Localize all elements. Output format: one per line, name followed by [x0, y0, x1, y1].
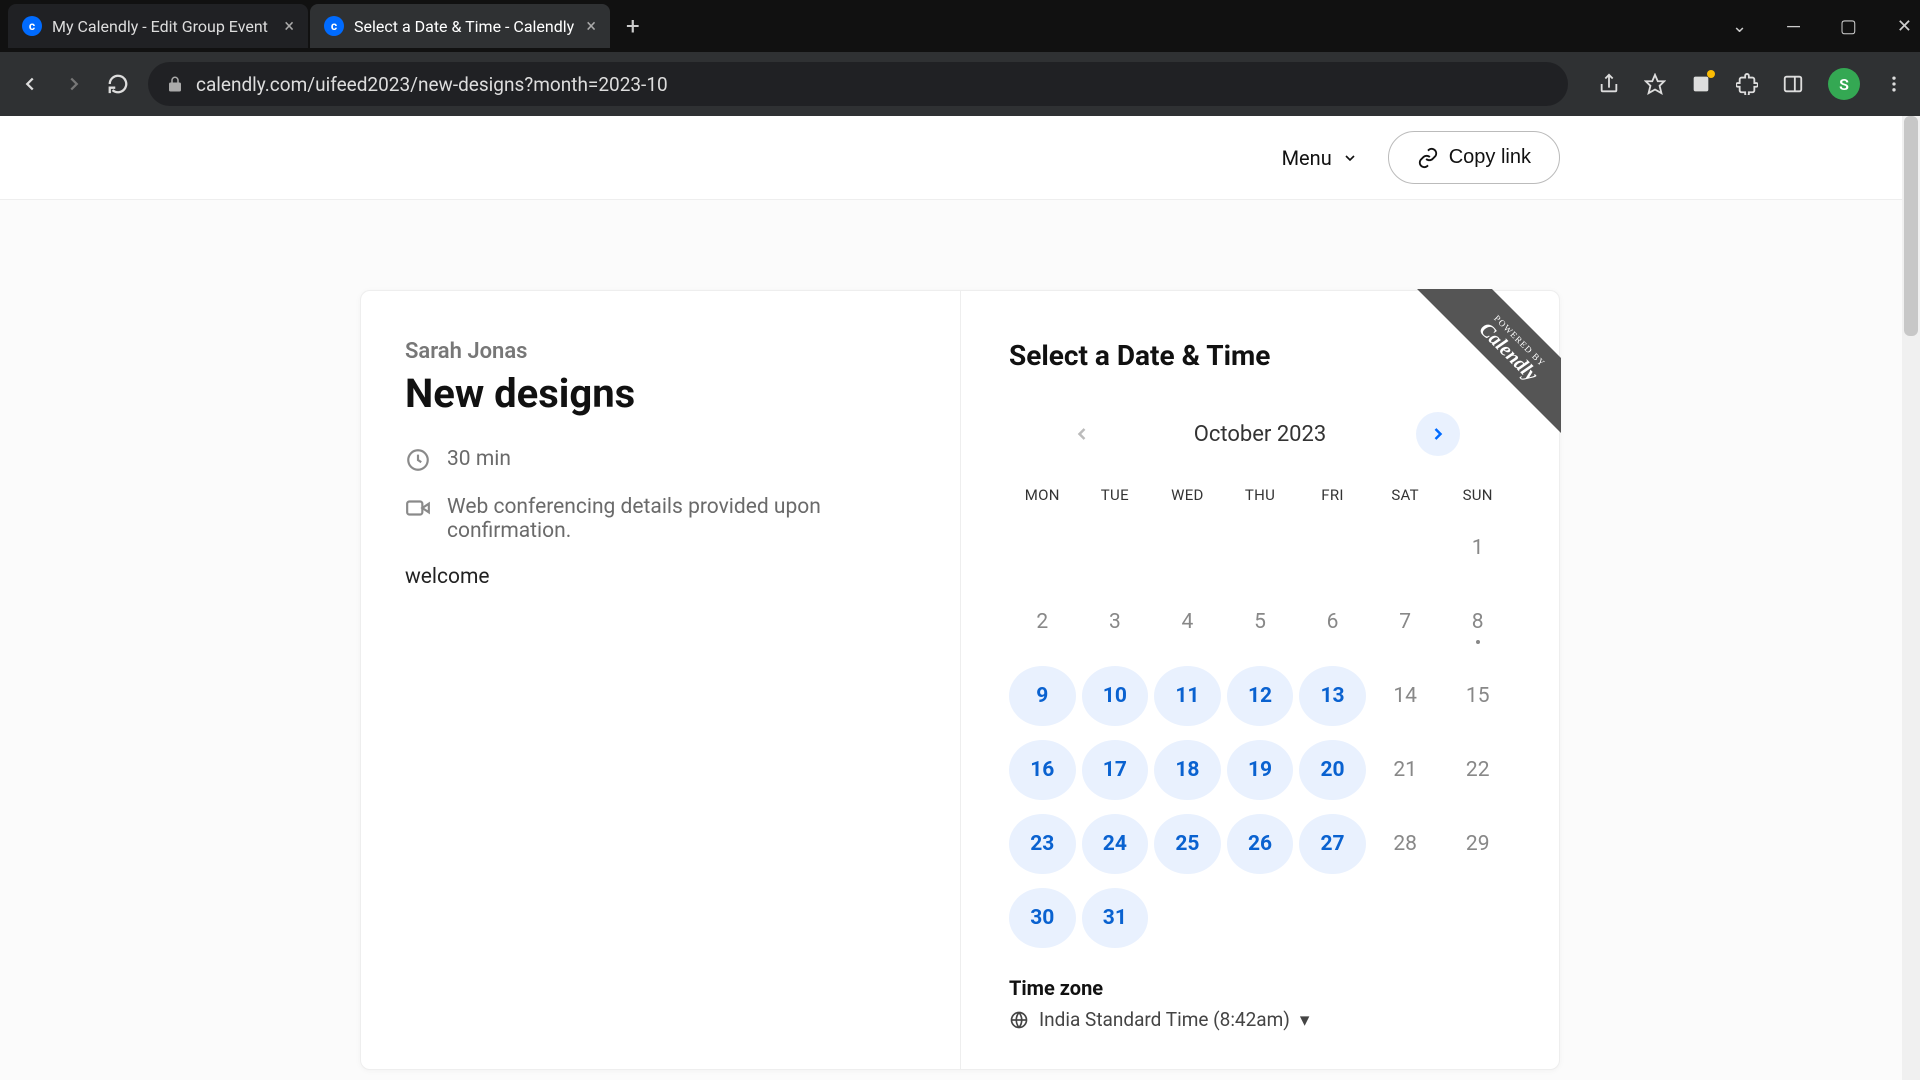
timezone-heading: Time zone — [1009, 976, 1511, 1000]
tab-title: My Calendly - Edit Group Event — [52, 17, 274, 36]
weekday-header: THU — [1227, 486, 1294, 504]
calendar-day-unavailable: 21 — [1372, 740, 1439, 800]
calendar-day-unavailable: 5 — [1227, 592, 1294, 652]
event-description: welcome — [405, 565, 916, 589]
calendar-day-available[interactable]: 31 — [1082, 888, 1149, 948]
duration-text: 30 min — [447, 447, 511, 471]
calendar-day-unavailable: 8 — [1444, 592, 1511, 652]
weekday-header: MON — [1009, 486, 1076, 504]
event-title: New designs — [405, 370, 916, 417]
timezone-selector[interactable]: India Standard Time (8:42am) ▾ — [1009, 1008, 1511, 1031]
minimize-icon[interactable]: ─ — [1787, 16, 1800, 37]
side-panel-icon[interactable] — [1782, 73, 1804, 95]
weekday-header: SAT — [1372, 486, 1439, 504]
window-controls: ⌄ ─ ▢ ✕ — [1732, 0, 1912, 52]
calendar-day-unavailable: 15 — [1444, 666, 1511, 726]
caret-down-icon: ▾ — [1300, 1008, 1310, 1031]
calendar-day-available[interactable]: 10 — [1082, 666, 1149, 726]
calendar-day-available[interactable]: 12 — [1227, 666, 1294, 726]
calendar-day-unavailable: 14 — [1372, 666, 1439, 726]
clock-icon — [405, 447, 431, 473]
calendar-day-available[interactable]: 17 — [1082, 740, 1149, 800]
calendar-day-unavailable: 4 — [1154, 592, 1221, 652]
link-icon — [1417, 147, 1439, 169]
share-icon[interactable] — [1598, 73, 1620, 95]
booking-card: POWERED BY Calendly Sarah Jonas New desi… — [360, 290, 1560, 1070]
calendar-day-available[interactable]: 13 — [1299, 666, 1366, 726]
calendly-favicon: c — [22, 16, 42, 36]
calendar-day-unavailable: 29 — [1444, 814, 1511, 874]
chevron-down-icon — [1342, 150, 1358, 166]
bookmark-star-icon[interactable] — [1644, 73, 1666, 95]
page-topbar: Menu Copy link — [0, 116, 1920, 200]
browser-tab-inactive[interactable]: c My Calendly - Edit Group Event × — [8, 4, 308, 48]
weekday-header-row: MON TUE WED THU FRI SAT SUN — [1009, 486, 1511, 504]
prev-month-button[interactable] — [1060, 412, 1104, 456]
weekday-header: SUN — [1444, 486, 1511, 504]
url-input[interactable]: calendly.com/uifeed2023/new-designs?mont… — [148, 62, 1568, 106]
event-details-panel: Sarah Jonas New designs 30 min Web confe… — [361, 291, 961, 1069]
weekday-header: WED — [1154, 486, 1221, 504]
maximize-icon[interactable]: ▢ — [1840, 16, 1857, 37]
panel-title: Select a Date & Time — [1009, 339, 1511, 372]
reload-icon[interactable] — [104, 70, 132, 98]
weekday-header: FRI — [1299, 486, 1366, 504]
close-window-icon[interactable]: ✕ — [1897, 16, 1912, 37]
calendar-day-unavailable: 22 — [1444, 740, 1511, 800]
calendar-day-available[interactable]: 11 — [1154, 666, 1221, 726]
scrollbar-track[interactable] — [1902, 116, 1920, 1080]
host-name: Sarah Jonas — [405, 339, 916, 364]
calendar-day-available[interactable]: 20 — [1299, 740, 1366, 800]
calendar-day-available[interactable]: 19 — [1227, 740, 1294, 800]
menu-dropdown[interactable]: Menu — [1270, 136, 1370, 180]
calendar-day-unavailable: 7 — [1372, 592, 1439, 652]
calendar-day-available[interactable]: 16 — [1009, 740, 1076, 800]
url-text: calendly.com/uifeed2023/new-designs?mont… — [196, 73, 668, 96]
copy-link-button[interactable]: Copy link — [1388, 131, 1560, 184]
back-icon[interactable] — [16, 70, 44, 98]
calendar-day-available[interactable]: 26 — [1227, 814, 1294, 874]
calendar-day-available[interactable]: 30 — [1009, 888, 1076, 948]
weekday-header: TUE — [1082, 486, 1149, 504]
calendly-favicon: c — [324, 16, 344, 36]
menu-label: Menu — [1282, 146, 1332, 170]
browser-address-bar: calendly.com/uifeed2023/new-designs?mont… — [0, 52, 1920, 116]
page-content: Menu Copy link POWERED BY Calendly — [0, 116, 1920, 1080]
calendar-grid: 1234567891011121314151617181920212223242… — [1009, 518, 1511, 948]
calendar-day-unavailable: 28 — [1372, 814, 1439, 874]
tab-title: Select a Date & Time - Calendly — [354, 17, 576, 36]
calendar-day-unavailable: 1 — [1444, 518, 1511, 578]
scrollbar-thumb[interactable] — [1904, 116, 1918, 336]
calendar-day-unavailable: 2 — [1009, 592, 1076, 652]
location-text: Web conferencing details provided upon c… — [447, 495, 916, 543]
calendar-day-available[interactable]: 24 — [1082, 814, 1149, 874]
timezone-value: India Standard Time (8:42am) — [1039, 1008, 1290, 1031]
calendar-day-available[interactable]: 23 — [1009, 814, 1076, 874]
next-month-button[interactable] — [1416, 412, 1460, 456]
month-nav: October 2023 — [1009, 412, 1511, 456]
close-icon[interactable]: × — [586, 16, 596, 37]
extension-badge-icon[interactable] — [1690, 73, 1712, 95]
calendar-day-unavailable: 6 — [1299, 592, 1366, 652]
calendar-day-unavailable: 3 — [1082, 592, 1149, 652]
kebab-menu-icon[interactable] — [1884, 74, 1904, 94]
calendar-day-available[interactable]: 9 — [1009, 666, 1076, 726]
tabs-dropdown-icon[interactable]: ⌄ — [1732, 16, 1747, 37]
calendar-day-available[interactable]: 18 — [1154, 740, 1221, 800]
video-icon — [405, 495, 431, 521]
calendar-day-available[interactable]: 27 — [1299, 814, 1366, 874]
profile-avatar[interactable]: S — [1828, 68, 1860, 100]
close-icon[interactable]: × — [284, 16, 294, 37]
lock-icon — [166, 75, 184, 93]
browser-tab-active[interactable]: c Select a Date & Time - Calendly × — [310, 4, 610, 48]
globe-icon — [1009, 1010, 1029, 1030]
copy-link-label: Copy link — [1449, 146, 1531, 169]
calendar-day-available[interactable]: 25 — [1154, 814, 1221, 874]
browser-tabbar: c My Calendly - Edit Group Event × c Sel… — [0, 0, 1920, 52]
current-month-label: October 2023 — [1194, 422, 1327, 447]
date-picker-panel: Select a Date & Time October 2023 MON TUE… — [961, 291, 1559, 1069]
new-tab-button[interactable]: + — [612, 12, 654, 40]
extensions-icon[interactable] — [1736, 73, 1758, 95]
forward-icon[interactable] — [60, 70, 88, 98]
